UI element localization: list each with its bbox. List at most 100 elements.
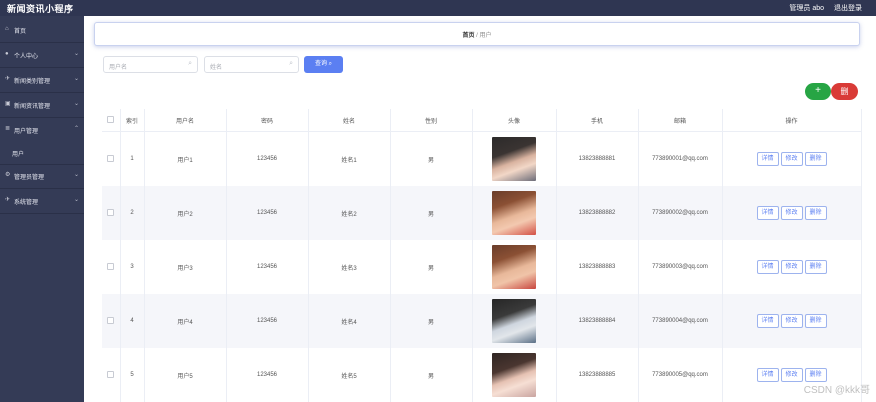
sidebar-item-label: 首页 — [14, 29, 27, 35]
sidebar-item-user-management[interactable]: ≣ 用户管理 ⌃ — [0, 120, 84, 140]
delete-button[interactable]: 删除 — [804, 152, 827, 166]
cell-actions: 详情 修改 删除 — [722, 240, 862, 294]
detail-button[interactable]: 详情 — [756, 152, 779, 166]
row-checkbox[interactable] — [102, 186, 121, 240]
chevron-down-icon: ⌄ — [73, 76, 79, 82]
search-icon: ⌕ — [188, 60, 192, 67]
sidebar-item-news-category[interactable]: ✈ 新闻类别管理 ⌄ — [0, 70, 84, 90]
column-header: 密码 — [226, 109, 309, 132]
cell-gender: 男 — [390, 131, 473, 186]
sidebar-item-label: 管理员管理 — [14, 175, 45, 181]
watermark: CSDN @kkk哥 — [803, 385, 870, 396]
cell-email: 773890002@qq.com — [638, 186, 723, 240]
cell-email: 773890005@qq.com — [638, 348, 723, 402]
detail-button[interactable]: 详情 — [756, 368, 779, 382]
table-row: 3 用户3 123456 姓名3 男 13823888883 773890003… — [102, 240, 862, 294]
row-checkbox[interactable] — [102, 131, 121, 186]
cell-index: 1 — [120, 131, 145, 186]
name-search-input[interactable]: 姓名 ⌕ — [204, 56, 299, 73]
delete-button[interactable]: 删除 — [804, 368, 827, 382]
chevron-down-icon: ⌄ — [73, 101, 79, 107]
table-row: 2 用户2 123456 姓名2 男 13823888882 773890002… — [102, 186, 862, 240]
cell-password: 123456 — [226, 131, 309, 186]
cell-name: 姓名5 — [308, 348, 391, 402]
chevron-down-icon: ⌄ — [73, 51, 79, 57]
cell-actions: 详情 修改 删除 — [722, 186, 862, 240]
select-all-checkbox[interactable] — [102, 109, 121, 132]
avatar — [492, 245, 536, 289]
user-table: 索引 用户名 密码 姓名 性别 头像 手机 邮箱 操作 1 用户1 123456… — [102, 109, 862, 402]
detail-button[interactable]: 详情 — [756, 206, 779, 220]
batch-delete-button[interactable]: 删 — [831, 83, 858, 100]
detail-button[interactable]: 详情 — [756, 260, 779, 274]
cell-username: 用户4 — [144, 294, 227, 348]
cell-actions: 详情 修改 删除 — [722, 294, 862, 348]
avatar — [492, 137, 536, 181]
column-header: 用户名 — [144, 109, 227, 132]
edit-button[interactable]: 修改 — [780, 206, 803, 220]
cell-name: 姓名2 — [308, 186, 391, 240]
settings-icon: ⚙ — [5, 172, 11, 178]
breadcrumb-current: 用户 — [479, 33, 492, 39]
breadcrumb-home[interactable]: 首页 — [462, 33, 474, 39]
row-checkbox[interactable] — [102, 240, 121, 294]
row-checkbox[interactable] — [102, 348, 121, 402]
sidebar-subitem-user[interactable]: 用户 — [0, 143, 84, 163]
table-row: 5 用户5 123456 姓名5 男 13823888885 773890005… — [102, 348, 862, 402]
column-header: 姓名 — [308, 109, 391, 132]
sidebar-item-home[interactable]: ⌂ 首页 — [0, 20, 84, 40]
sidebar: ⌂ 首页 ● 个人中心 ⌄ ✈ 新闻类别管理 ⌄ ▣ 新闻资讯管理 ⌄ ≣ 用户… — [0, 16, 84, 402]
avatar — [492, 353, 536, 397]
query-button[interactable]: 查询 ⌕ — [304, 56, 343, 73]
delete-button[interactable]: 删除 — [804, 314, 827, 328]
cell-email: 773890003@qq.com — [638, 240, 723, 294]
avatar — [492, 299, 536, 343]
sidebar-item-label: 用户管理 — [14, 129, 39, 135]
column-header: 性别 — [390, 109, 473, 132]
cell-email: 773890001@qq.com — [638, 131, 723, 186]
row-checkbox[interactable] — [102, 294, 121, 348]
column-header: 手机 — [556, 109, 639, 132]
column-header: 索引 — [120, 109, 145, 132]
monitor-icon: ▣ — [5, 101, 11, 107]
edit-button[interactable]: 修改 — [780, 260, 803, 274]
sidebar-item-news[interactable]: ▣ 新闻资讯管理 ⌄ — [0, 95, 84, 115]
list-icon: ≣ — [5, 126, 11, 132]
cell-index: 4 — [120, 294, 145, 348]
sidebar-item-label: 个人中心 — [14, 54, 39, 60]
delete-button[interactable]: 删除 — [804, 260, 827, 274]
cell-username: 用户5 — [144, 348, 227, 402]
cell-password: 123456 — [226, 348, 309, 402]
sidebar-item-label: 用户 — [12, 152, 25, 158]
edit-button[interactable]: 修改 — [780, 368, 803, 382]
cell-index: 2 — [120, 186, 145, 240]
chevron-down-icon: ⌄ — [73, 172, 79, 178]
sidebar-item-system[interactable]: ✈ 系统管理 ⌄ — [0, 191, 84, 211]
edit-button[interactable]: 修改 — [780, 152, 803, 166]
cell-phone: 13823888882 — [556, 186, 639, 240]
cell-phone: 13823888883 — [556, 240, 639, 294]
table-row: 4 用户4 123456 姓名4 男 13823888884 773890004… — [102, 294, 862, 348]
column-header: 操作 — [722, 109, 862, 132]
cell-email: 773890004@qq.com — [638, 294, 723, 348]
detail-button[interactable]: 详情 — [756, 314, 779, 328]
cell-actions: 详情 修改 删除 — [722, 131, 862, 186]
add-button[interactable]: + — [805, 83, 831, 100]
edit-button[interactable]: 修改 — [780, 314, 803, 328]
table-header: 索引 用户名 密码 姓名 性别 头像 手机 邮箱 操作 — [102, 109, 862, 132]
logout-link[interactable]: 退出登录 — [834, 3, 862, 13]
sidebar-item-admin-management[interactable]: ⚙ 管理员管理 ⌄ — [0, 166, 84, 186]
avatar — [492, 191, 536, 235]
cell-phone: 13823888881 — [556, 131, 639, 186]
cell-name: 姓名1 — [308, 131, 391, 186]
sidebar-item-label: 系统管理 — [14, 200, 39, 206]
user-icon: ● — [5, 51, 9, 57]
sidebar-item-profile[interactable]: ● 个人中心 ⌄ — [0, 45, 84, 65]
search-icon: ⌕ — [328, 61, 333, 67]
breadcrumb-separator: / — [476, 33, 478, 39]
send-icon: ✈ — [5, 197, 11, 203]
username-search-input[interactable]: 用户名 ⌕ — [103, 56, 198, 73]
cell-username: 用户3 — [144, 240, 227, 294]
cell-avatar — [472, 186, 557, 240]
delete-button[interactable]: 删除 — [804, 206, 827, 220]
